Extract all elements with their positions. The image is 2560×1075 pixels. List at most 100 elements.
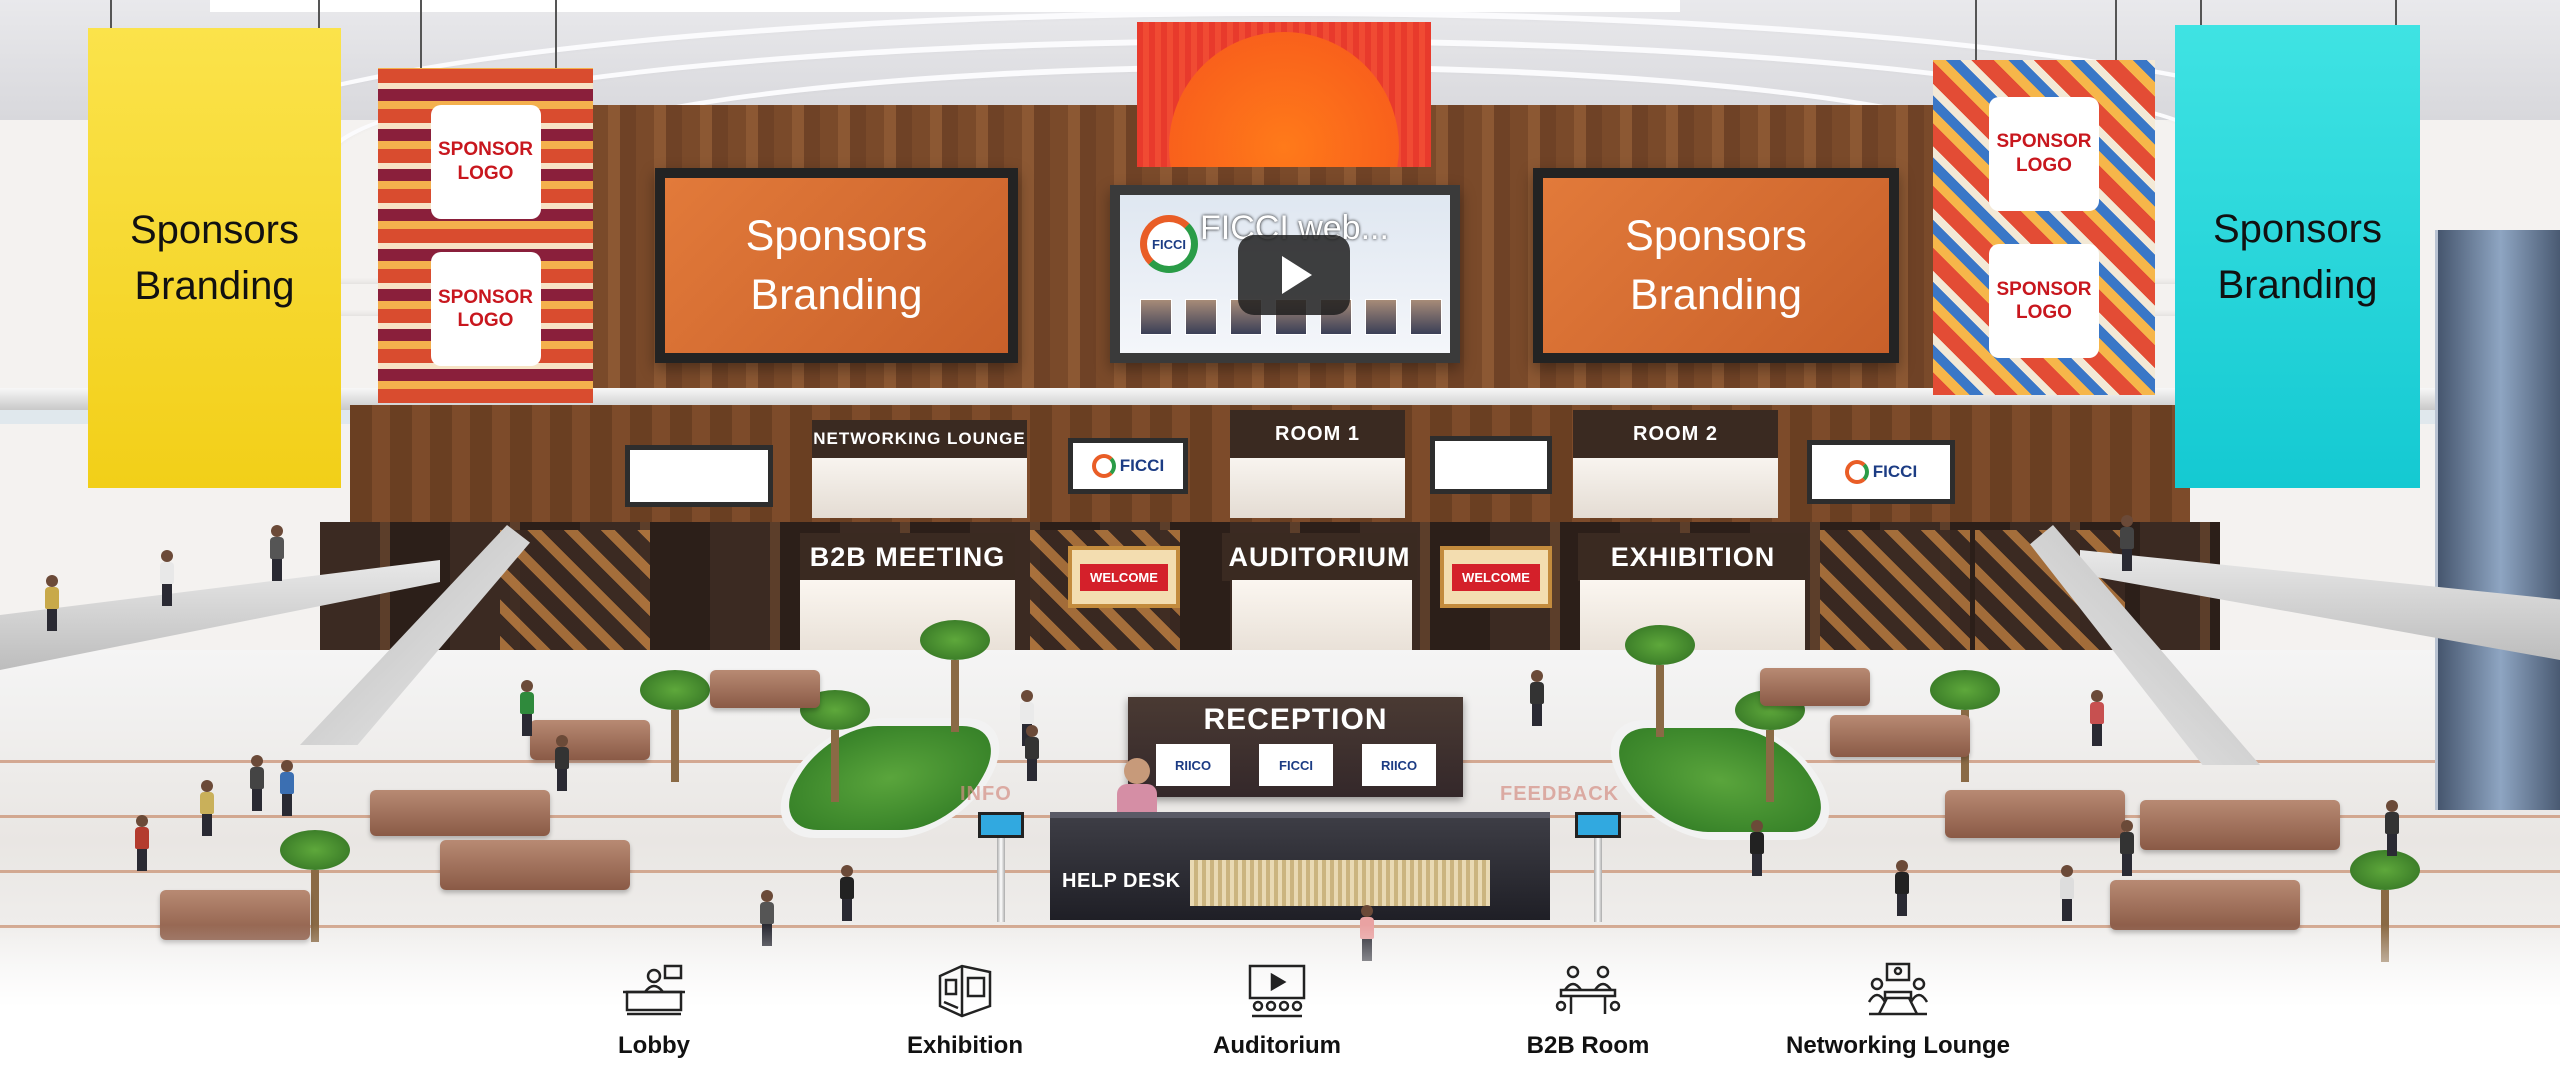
- palm-trunk: [951, 660, 959, 732]
- sponsor-logo-card[interactable]: SPONSOR LOGO: [1989, 96, 2099, 211]
- sofa: [1830, 715, 1970, 757]
- sponsor-banner-right[interactable]: Sponsors Branding: [2175, 25, 2420, 488]
- info-floor-text: INFO: [960, 783, 1012, 805]
- reception-logo: FICCI: [1259, 744, 1333, 786]
- networking-group-icon: [1867, 962, 1929, 1016]
- visitor-head: [201, 780, 213, 792]
- sofa: [1760, 668, 1870, 706]
- sponsor-logo-card[interactable]: SPONSOR LOGO: [1989, 244, 2099, 359]
- sponsor-banner-text: Sponsors Branding: [130, 208, 299, 308]
- auditorium-sign[interactable]: AUDITORIUM: [1222, 533, 1417, 581]
- info-kiosk[interactable]: [978, 812, 1024, 922]
- palm-fronds: [280, 830, 350, 870]
- help-desk-label: HELP DESK: [1062, 870, 1181, 892]
- nav-auditorium[interactable]: Auditorium: [1177, 962, 1377, 1060]
- play-button[interactable]: [1238, 235, 1350, 315]
- nav-b2b-room[interactable]: B2B Room: [1488, 962, 1688, 1060]
- speaker-thumbnail: [1365, 299, 1397, 335]
- patterned-sponsor-banner-right[interactable]: SPONSOR LOGO SPONSOR LOGO: [1933, 60, 2155, 395]
- visitor-torso: [520, 692, 534, 714]
- sun-graphic: [1169, 32, 1399, 167]
- reception-desk-icon: [623, 964, 685, 1016]
- patterned-sponsor-banner-left[interactable]: SPONSOR LOGO SPONSOR LOGO: [378, 68, 593, 403]
- feedback-kiosk[interactable]: [1575, 812, 1621, 922]
- auditorium-door[interactable]: [1232, 580, 1412, 650]
- palm-trunk: [671, 710, 679, 782]
- room1-door[interactable]: [1230, 458, 1405, 518]
- help-desk[interactable]: HELP DESK: [1050, 812, 1550, 920]
- reception-logo: RIICO: [1362, 744, 1436, 786]
- visitor-legs: [272, 559, 282, 581]
- mezzanine-screen[interactable]: [1430, 436, 1552, 494]
- sponsor-screen-left[interactable]: Sponsors Branding: [655, 168, 1018, 363]
- visitor-legs: [137, 849, 147, 871]
- visitor-torso: [2090, 702, 2104, 724]
- visitor-legs: [1027, 759, 1037, 781]
- kiosk-post: [997, 838, 1005, 922]
- visitor-head: [46, 575, 58, 587]
- nav-label: Exhibition: [907, 1032, 1023, 1059]
- palm-fronds: [920, 620, 990, 660]
- networking-lounge-door[interactable]: [812, 458, 1027, 518]
- video-screen[interactable]: FICCI FICCI web...: [1110, 185, 1460, 363]
- speaker-thumbnail: [1185, 299, 1217, 335]
- visitor-torso: [1750, 832, 1764, 854]
- nav-lobby[interactable]: Lobby: [554, 962, 754, 1060]
- sponsor-screen-right[interactable]: Sponsors Branding: [1533, 168, 1899, 363]
- visitor-figure: [200, 780, 214, 836]
- visitor-legs: [202, 814, 212, 836]
- reception-logo: RIICO: [1156, 744, 1230, 786]
- banner-wire: [555, 0, 557, 68]
- visitor-torso: [1020, 702, 1034, 724]
- visitor-head: [1021, 690, 1033, 702]
- visitor-figure: [45, 575, 59, 631]
- networking-lounge-sign[interactable]: NETWORKING LOUNGE: [812, 420, 1027, 458]
- virtual-lobby-scene: Sponsors Branding Sponsors Branding SPON…: [0, 0, 2560, 1075]
- visitor-torso: [1025, 737, 1039, 759]
- sponsor-screen-text: Sponsors Branding: [1625, 212, 1807, 319]
- sponsor-logo-card[interactable]: SPONSOR LOGO: [430, 104, 541, 219]
- visitor-head: [281, 760, 293, 772]
- palm-tree: [1625, 625, 1695, 737]
- visitor-torso: [2120, 527, 2134, 549]
- speaker-thumbnail: [1140, 299, 1172, 335]
- nav-label: B2B Room: [1526, 1032, 1650, 1059]
- sofa: [2140, 800, 2340, 850]
- mezzanine-screen[interactable]: FICCI: [1807, 440, 1955, 504]
- palm-tree: [920, 620, 990, 732]
- nav-exhibition[interactable]: Exhibition: [865, 962, 1065, 1060]
- visitor-torso: [280, 772, 294, 794]
- visitor-legs: [1897, 894, 1907, 916]
- visitor-head: [136, 815, 148, 827]
- exhibition-sign[interactable]: EXHIBITION: [1578, 533, 1808, 581]
- welcome-text: WELCOME: [1080, 563, 1168, 591]
- banner-wire: [2115, 0, 2117, 60]
- b2b-meeting-sign[interactable]: B2B MEETING: [800, 533, 1015, 581]
- mezzanine-screen[interactable]: FICCI: [1068, 438, 1188, 494]
- visitor-figure: [555, 735, 569, 791]
- sponsor-banner-left[interactable]: Sponsors Branding: [88, 28, 341, 488]
- ficci-logo: FICCI: [1140, 215, 1198, 273]
- banner-wire: [420, 0, 422, 68]
- visitor-legs: [162, 584, 172, 606]
- room1-sign[interactable]: ROOM 1: [1230, 410, 1405, 458]
- mezzanine-screen[interactable]: [625, 445, 773, 507]
- palm-trunk: [1766, 730, 1774, 802]
- room2-sign[interactable]: ROOM 2: [1573, 410, 1778, 458]
- visitor-legs: [1752, 854, 1762, 876]
- visitor-torso: [760, 902, 774, 924]
- visitor-torso: [160, 562, 174, 584]
- visitor-head: [1896, 860, 1908, 872]
- palm-fronds: [2350, 850, 2420, 890]
- visitor-figure: [135, 815, 149, 871]
- banner-wire: [2395, 0, 2397, 25]
- reception-board: RECEPTION RIICO FICCI RIICO: [1128, 697, 1463, 797]
- room2-door[interactable]: [1573, 458, 1778, 518]
- glass-elevator: [2435, 230, 2560, 810]
- receptionist: [1117, 758, 1157, 820]
- sponsor-logo-card[interactable]: SPONSOR LOGO: [430, 252, 541, 367]
- welcome-text: WELCOME: [1452, 563, 1540, 591]
- nav-networking-lounge[interactable]: Networking Lounge: [1786, 962, 2010, 1060]
- visitor-torso: [250, 767, 264, 789]
- visitor-figure: [280, 760, 294, 816]
